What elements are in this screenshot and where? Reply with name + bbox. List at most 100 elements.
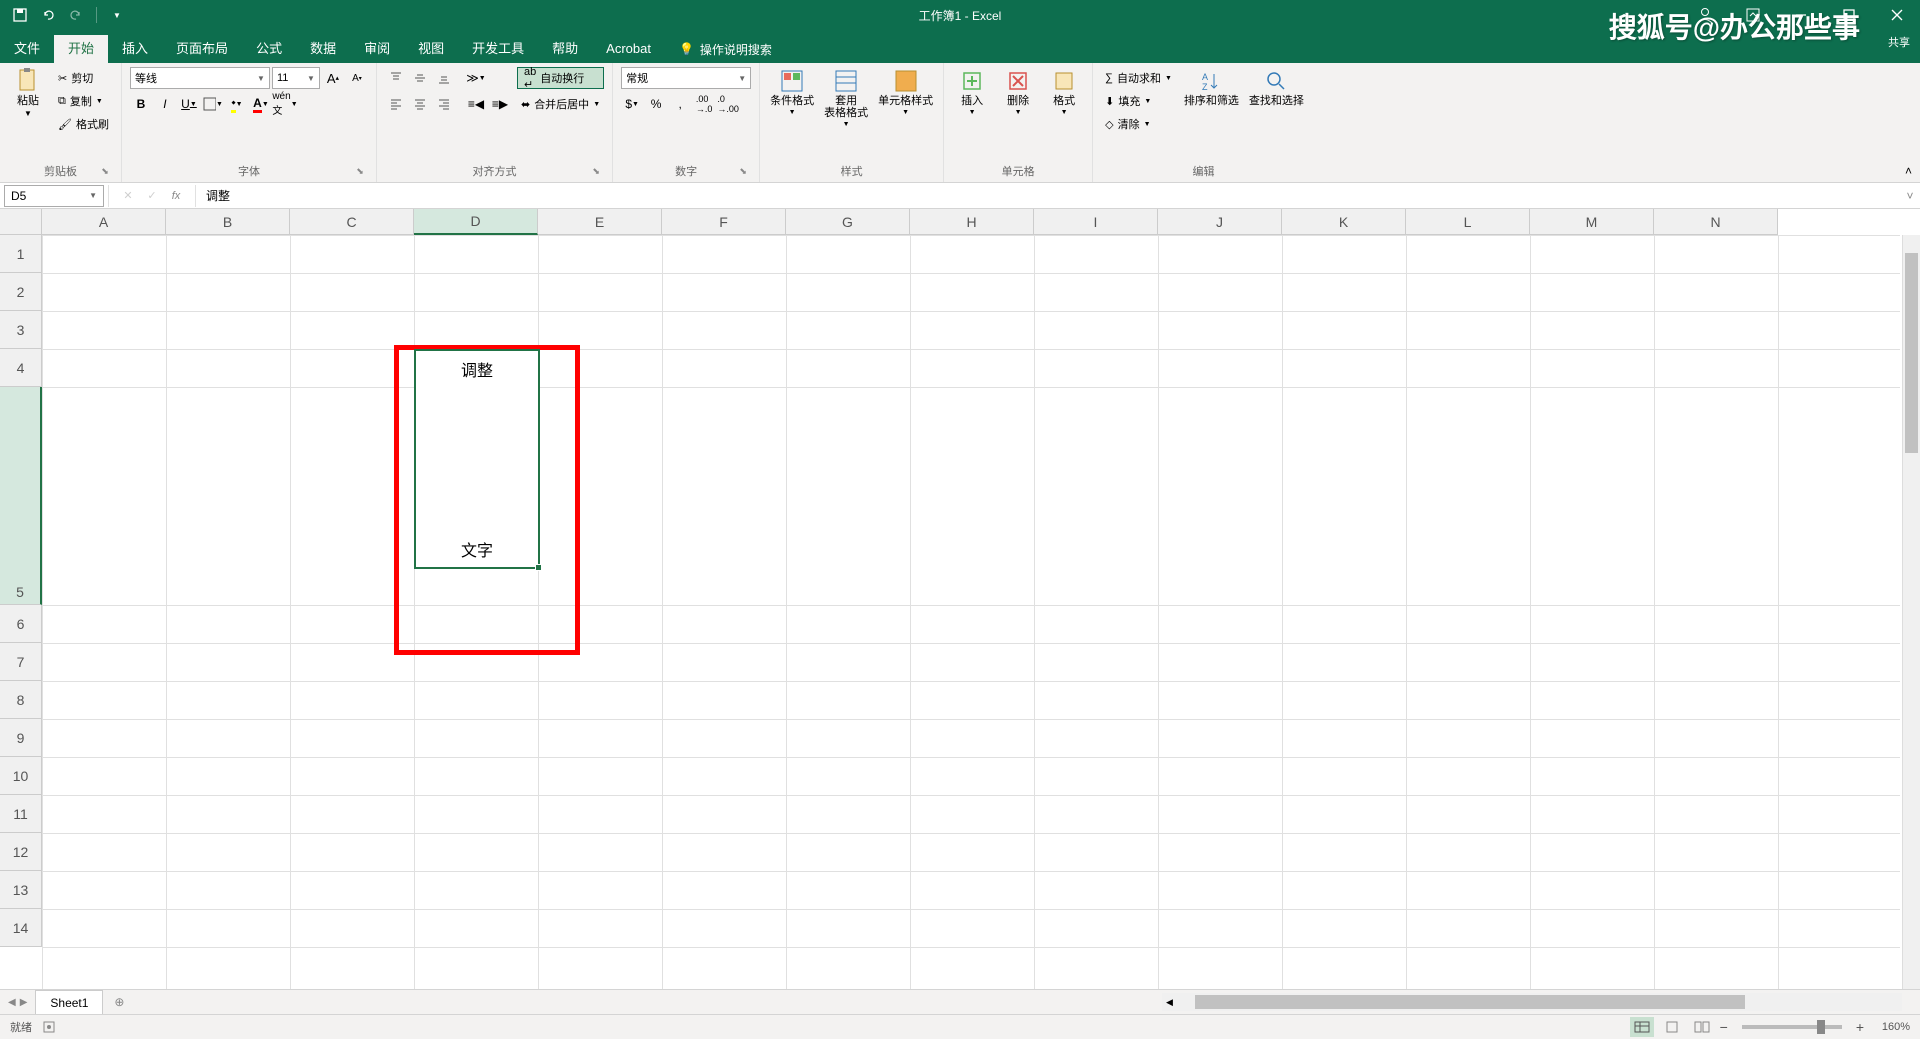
delete-cells-button[interactable]: 删除▼ [998, 67, 1038, 118]
row-header-5[interactable]: 5 [0, 387, 42, 605]
row-header-8[interactable]: 8 [0, 681, 42, 719]
col-header-F[interactable]: F [662, 209, 786, 235]
increase-font-button[interactable]: A▴ [322, 67, 344, 89]
name-box[interactable]: D5▼ [4, 185, 104, 207]
tab-data[interactable]: 数据 [296, 35, 350, 63]
orientation-button[interactable]: ≫▼ [465, 67, 487, 89]
normal-view-button[interactable] [1630, 1017, 1654, 1037]
col-header-A[interactable]: A [42, 209, 166, 235]
font-size-combo[interactable]: 11▼ [272, 67, 320, 89]
col-header-B[interactable]: B [166, 209, 290, 235]
col-header-D[interactable]: D [414, 209, 538, 235]
row-header-13[interactable]: 13 [0, 871, 42, 909]
row-header-10[interactable]: 10 [0, 757, 42, 795]
zoom-level[interactable]: 160% [1870, 1021, 1910, 1033]
close-icon[interactable] [1874, 0, 1920, 30]
col-header-C[interactable]: C [290, 209, 414, 235]
autosum-button[interactable]: ∑自动求和▼ [1101, 67, 1176, 89]
redo-icon[interactable] [64, 3, 88, 27]
zoom-slider[interactable] [1742, 1025, 1842, 1029]
cell-styles-button[interactable]: 单元格样式▼ [876, 67, 935, 118]
underline-button[interactable]: U▼ [178, 93, 200, 115]
italic-button[interactable]: I [154, 93, 176, 115]
decrease-font-button[interactable]: A▾ [346, 67, 368, 89]
row-header-7[interactable]: 7 [0, 643, 42, 681]
row-header-1[interactable]: 1 [0, 235, 42, 273]
fill-color-button[interactable]: ⬩▼ [226, 93, 248, 115]
align-bottom-button[interactable] [433, 67, 455, 89]
tab-formulas[interactable]: 公式 [242, 35, 296, 63]
row-header-2[interactable]: 2 [0, 273, 42, 311]
row-header-11[interactable]: 11 [0, 795, 42, 833]
vertical-scrollbar[interactable] [1902, 235, 1920, 989]
merge-center-button[interactable]: ⬌合并后居中▼ [517, 93, 604, 115]
conditional-format-button[interactable]: 条件格式▼ [768, 67, 816, 118]
zoom-out-button[interactable]: − [1720, 1019, 1728, 1035]
number-format-combo[interactable]: 常规▼ [621, 67, 751, 89]
tab-view[interactable]: 视图 [404, 35, 458, 63]
undo-icon[interactable] [36, 3, 60, 27]
cell-grid[interactable]: 调整 文字 [42, 235, 1900, 989]
tab-developer[interactable]: 开发工具 [458, 35, 538, 63]
paste-button[interactable]: 粘贴 ▼ [8, 67, 48, 120]
row-header-9[interactable]: 9 [0, 719, 42, 757]
row-header-12[interactable]: 12 [0, 833, 42, 871]
insert-cells-button[interactable]: 插入▼ [952, 67, 992, 118]
format-painter-button[interactable]: 🖌格式刷 [54, 113, 113, 135]
row-header-6[interactable]: 6 [0, 605, 42, 643]
border-button[interactable]: ▼ [202, 93, 224, 115]
share-button[interactable]: 共享 [1878, 34, 1920, 50]
sheet-tab[interactable]: Sheet1 [35, 990, 103, 1014]
col-header-I[interactable]: I [1034, 209, 1158, 235]
add-sheet-button[interactable]: ⊕ [107, 990, 131, 1014]
tab-insert[interactable]: 插入 [108, 35, 162, 63]
accounting-button[interactable]: $▼ [621, 93, 643, 115]
tab-help[interactable]: 帮助 [538, 35, 592, 63]
tab-acrobat[interactable]: Acrobat [592, 35, 665, 63]
active-cell[interactable]: 调整 文字 [414, 349, 540, 569]
zoom-in-button[interactable]: + [1856, 1019, 1864, 1035]
col-header-G[interactable]: G [786, 209, 910, 235]
select-all-corner[interactable] [0, 209, 42, 235]
sort-filter-button[interactable]: AZ排序和筛选 [1182, 67, 1241, 109]
clear-button[interactable]: ◇清除▼ [1101, 113, 1176, 135]
col-header-M[interactable]: M [1530, 209, 1654, 235]
row-header-4[interactable]: 4 [0, 349, 42, 387]
tell-me-search[interactable]: 💡 操作说明搜索 [665, 35, 786, 63]
col-header-H[interactable]: H [910, 209, 1034, 235]
col-header-E[interactable]: E [538, 209, 662, 235]
fx-icon[interactable]: fx [165, 185, 187, 207]
align-right-button[interactable] [433, 93, 455, 115]
comma-button[interactable]: , [669, 93, 691, 115]
tab-layout[interactable]: 页面布局 [162, 35, 242, 63]
save-icon[interactable] [8, 3, 32, 27]
percent-button[interactable]: % [645, 93, 667, 115]
font-launcher-icon[interactable]: ⬊ [354, 166, 366, 178]
row-header-3[interactable]: 3 [0, 311, 42, 349]
decrease-indent-button[interactable]: ≡◀ [465, 93, 487, 115]
formula-input[interactable] [200, 185, 1900, 207]
col-header-N[interactable]: N [1654, 209, 1778, 235]
find-select-button[interactable]: 查找和选择 [1247, 67, 1306, 109]
cut-button[interactable]: ✂剪切 [54, 67, 113, 89]
increase-indent-button[interactable]: ≡▶ [489, 93, 511, 115]
confirm-edit-icon[interactable]: ✓ [141, 185, 163, 207]
page-break-view-button[interactable] [1690, 1017, 1714, 1037]
col-header-J[interactable]: J [1158, 209, 1282, 235]
align-middle-button[interactable] [409, 67, 431, 89]
tab-review[interactable]: 审阅 [350, 35, 404, 63]
qat-customize-icon[interactable]: ▼ [105, 3, 129, 27]
format-table-button[interactable]: 套用 表格格式▼ [822, 67, 870, 130]
macro-record-icon[interactable] [42, 1020, 56, 1034]
expand-formula-bar-icon[interactable]: ˅ [1900, 189, 1920, 203]
fill-handle[interactable] [535, 564, 542, 571]
horizontal-scrollbar[interactable]: ◀ [1162, 993, 1902, 1011]
format-cells-button[interactable]: 格式▼ [1044, 67, 1084, 118]
col-header-K[interactable]: K [1282, 209, 1406, 235]
tab-file[interactable]: 文件 [0, 35, 54, 63]
align-launcher-icon[interactable]: ⬊ [590, 166, 602, 178]
bold-button[interactable]: B [130, 93, 152, 115]
align-center-button[interactable] [409, 93, 431, 115]
sheet-nav[interactable]: ◀▶ [0, 997, 35, 1008]
font-color-button[interactable]: A▼ [250, 93, 272, 115]
